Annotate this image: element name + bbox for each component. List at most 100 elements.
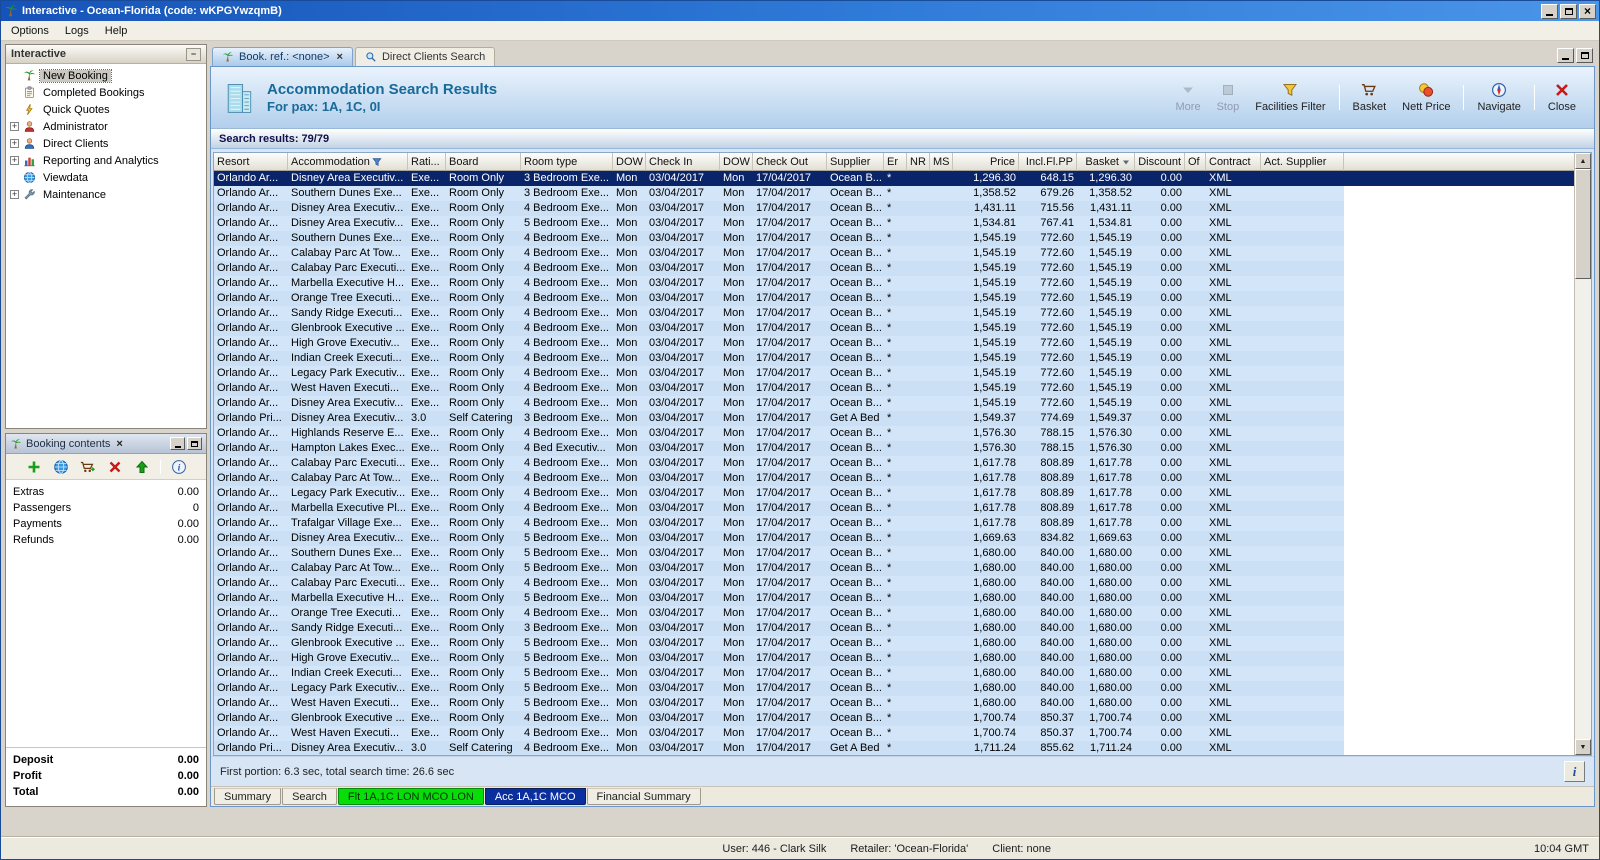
column-header-incl-fl-pp[interactable]: Incl.Fl.PP: [1019, 153, 1077, 171]
table-row[interactable]: Orlando Ar...Southern Dunes Exe...Exe...…: [214, 546, 1574, 561]
maximize-button[interactable]: [1560, 4, 1577, 19]
booking-contents-row[interactable]: Refunds0.00: [13, 532, 199, 548]
scroll-up-button[interactable]: ▲: [1575, 153, 1591, 169]
table-row[interactable]: Orlando Pri...Disney Area Executiv...3.0…: [214, 741, 1574, 755]
scrollbar-track[interactable]: [1575, 279, 1591, 739]
table-row[interactable]: Orlando Ar...Marbella Executive H...Exe.…: [214, 276, 1574, 291]
table-row[interactable]: Orlando Ar...Sandy Ridge Executi...Exe..…: [214, 621, 1574, 636]
sidebar-item-maintenance[interactable]: +Maintenance: [6, 186, 206, 203]
table-row[interactable]: Orlando Ar...Calabay Parc Executi...Exe.…: [214, 576, 1574, 591]
sidebar-item-reporting-and-analytics[interactable]: +Reporting and Analytics: [6, 152, 206, 169]
table-row[interactable]: Orlando Ar...Southern Dunes Exe...Exe...…: [214, 186, 1574, 201]
table-row[interactable]: Orlando Ar...West Haven Executi...Exe...…: [214, 696, 1574, 711]
table-row[interactable]: Orlando Ar...Glenbrook Executive ...Exe.…: [214, 321, 1574, 336]
scroll-down-button[interactable]: ▼: [1575, 739, 1591, 755]
bottom-tab-flt-1a-1c-lon-mco-lon[interactable]: Flt 1A,1C LON MCO LON: [338, 788, 484, 805]
expander-icon[interactable]: +: [10, 156, 19, 165]
table-row[interactable]: Orlando Ar...Sandy Ridge Executi...Exe..…: [214, 306, 1574, 321]
menu-options[interactable]: Options: [3, 22, 57, 40]
table-row[interactable]: Orlando Ar...Highlands Reserve E...Exe..…: [214, 426, 1574, 441]
column-header-supplier[interactable]: Supplier: [827, 153, 884, 171]
table-row[interactable]: Orlando Ar...Indian Creek Executi...Exe.…: [214, 351, 1574, 366]
table-row[interactable]: Orlando Ar...High Grove Executiv...Exe..…: [214, 336, 1574, 351]
table-row[interactable]: Orlando Ar...Marbella Executive H...Exe.…: [214, 591, 1574, 606]
facilities-filter-button[interactable]: Facilities Filter: [1247, 79, 1333, 116]
column-header-board[interactable]: Board: [446, 153, 521, 171]
expander-icon[interactable]: +: [10, 122, 19, 131]
column-header-check-in[interactable]: Check In: [646, 153, 720, 171]
bottom-tab-summary[interactable]: Summary: [214, 788, 281, 805]
move-up-button[interactable]: [133, 458, 151, 476]
web-button[interactable]: [52, 458, 70, 476]
table-row[interactable]: Orlando Ar...Calabay Parc At Tow...Exe..…: [214, 471, 1574, 486]
table-row[interactable]: Orlando Ar...Calabay Parc At Tow...Exe..…: [214, 246, 1574, 261]
column-header-dow[interactable]: DOW: [720, 153, 753, 171]
booking-contents-minimize-button[interactable]: [170, 437, 185, 450]
table-row[interactable]: Orlando Ar...Disney Area Executiv...Exe.…: [214, 201, 1574, 216]
column-header-price[interactable]: Price: [953, 153, 1019, 171]
menu-help[interactable]: Help: [97, 22, 136, 40]
navigate-button[interactable]: Navigate: [1469, 79, 1528, 116]
table-row[interactable]: Orlando Ar...Hampton Lakes Exec...Exe...…: [214, 441, 1574, 456]
booking-contents-row[interactable]: Extras0.00: [13, 484, 199, 500]
booking-contents-close-icon[interactable]: ×: [114, 438, 124, 450]
minimize-button[interactable]: [1541, 4, 1558, 19]
basket-add-button[interactable]: [79, 458, 97, 476]
table-row[interactable]: Orlando Ar...Disney Area Executiv...Exe.…: [214, 171, 1574, 186]
table-row[interactable]: Orlando Ar...Orange Tree Executi...Exe..…: [214, 291, 1574, 306]
table-row[interactable]: Orlando Pri...Disney Area Executiv...3.0…: [214, 411, 1574, 426]
table-row[interactable]: Orlando Ar...Calabay Parc At Tow...Exe..…: [214, 561, 1574, 576]
sidebar-item-completed-bookings[interactable]: Completed Bookings: [6, 84, 206, 101]
booking-contents-row[interactable]: Passengers0: [13, 500, 199, 516]
column-header-er[interactable]: Er: [884, 153, 907, 171]
column-header-nr[interactable]: NR: [907, 153, 930, 171]
scrollbar-thumb[interactable]: [1575, 169, 1591, 279]
column-header-ms[interactable]: MS: [930, 153, 953, 171]
table-row[interactable]: Orlando Ar...Disney Area Executiv...Exe.…: [214, 396, 1574, 411]
bottom-tab-financial-summary[interactable]: Financial Summary: [587, 788, 701, 805]
column-header-basket[interactable]: Basket: [1077, 153, 1135, 171]
table-row[interactable]: Orlando Ar...Disney Area Executiv...Exe.…: [214, 531, 1574, 546]
mdi-minimize-button[interactable]: [1557, 48, 1574, 63]
tab-book-ref-none[interactable]: Book. ref.: <none>×: [212, 47, 353, 66]
sidebar-item-viewdata[interactable]: Viewdata: [6, 169, 206, 186]
info-button[interactable]: i: [1564, 761, 1585, 782]
tab-close-icon[interactable]: ×: [335, 51, 343, 63]
expander-icon[interactable]: +: [10, 139, 19, 148]
menu-logs[interactable]: Logs: [57, 22, 97, 40]
table-row[interactable]: Orlando Ar...Glenbrook Executive ...Exe.…: [214, 636, 1574, 651]
table-row[interactable]: Orlando Ar...Calabay Parc Executi...Exe.…: [214, 456, 1574, 471]
table-row[interactable]: Orlando Ar...Legacy Park Executiv...Exe.…: [214, 681, 1574, 696]
booking-contents-row[interactable]: Payments0.00: [13, 516, 199, 532]
column-header-discount[interactable]: Discount: [1135, 153, 1185, 171]
table-row[interactable]: Orlando Ar...Indian Creek Executi...Exe.…: [214, 666, 1574, 681]
table-row[interactable]: Orlando Ar...West Haven Executi...Exe...…: [214, 726, 1574, 741]
sidebar-item-new-booking[interactable]: New Booking: [6, 67, 206, 84]
info-button[interactable]: i: [170, 458, 188, 476]
add-button[interactable]: [25, 458, 43, 476]
vertical-scrollbar[interactable]: ▲ ▼: [1574, 153, 1591, 755]
close-button[interactable]: Close: [1540, 79, 1584, 116]
column-header-room-type[interactable]: Room type: [521, 153, 613, 171]
tab-direct-clients-search[interactable]: Direct Clients Search: [355, 47, 495, 66]
table-row[interactable]: Orlando Ar...Glenbrook Executive ...Exe.…: [214, 711, 1574, 726]
basket-button[interactable]: Basket: [1345, 79, 1395, 116]
column-header-resort[interactable]: Resort: [214, 153, 288, 171]
table-row[interactable]: Orlando Ar...West Haven Executi...Exe...…: [214, 381, 1574, 396]
table-row[interactable]: Orlando Ar...Marbella Executive Pl...Exe…: [214, 501, 1574, 516]
table-row[interactable]: Orlando Ar...Orange Tree Executi...Exe..…: [214, 606, 1574, 621]
sidebar-item-direct-clients[interactable]: +Direct Clients: [6, 135, 206, 152]
table-row[interactable]: Orlando Ar...Calabay Parc Executi...Exe.…: [214, 261, 1574, 276]
booking-contents-maximize-button[interactable]: [187, 437, 202, 450]
sidebar-item-administrator[interactable]: +Administrator: [6, 118, 206, 135]
column-header-dow[interactable]: DOW: [613, 153, 646, 171]
nett-price-button[interactable]: Nett Price: [1394, 79, 1458, 116]
table-row[interactable]: Orlando Ar...Legacy Park Executiv...Exe.…: [214, 366, 1574, 381]
column-header-check-out[interactable]: Check Out: [753, 153, 827, 171]
bottom-tab-search[interactable]: Search: [282, 788, 337, 805]
column-header-contract[interactable]: Contract: [1206, 153, 1261, 171]
expander-icon[interactable]: +: [10, 190, 19, 199]
table-row[interactable]: Orlando Ar...Trafalgar Village Exe...Exe…: [214, 516, 1574, 531]
column-header-rati[interactable]: Rati...: [408, 153, 446, 171]
sidebar-item-quick-quotes[interactable]: Quick Quotes: [6, 101, 206, 118]
